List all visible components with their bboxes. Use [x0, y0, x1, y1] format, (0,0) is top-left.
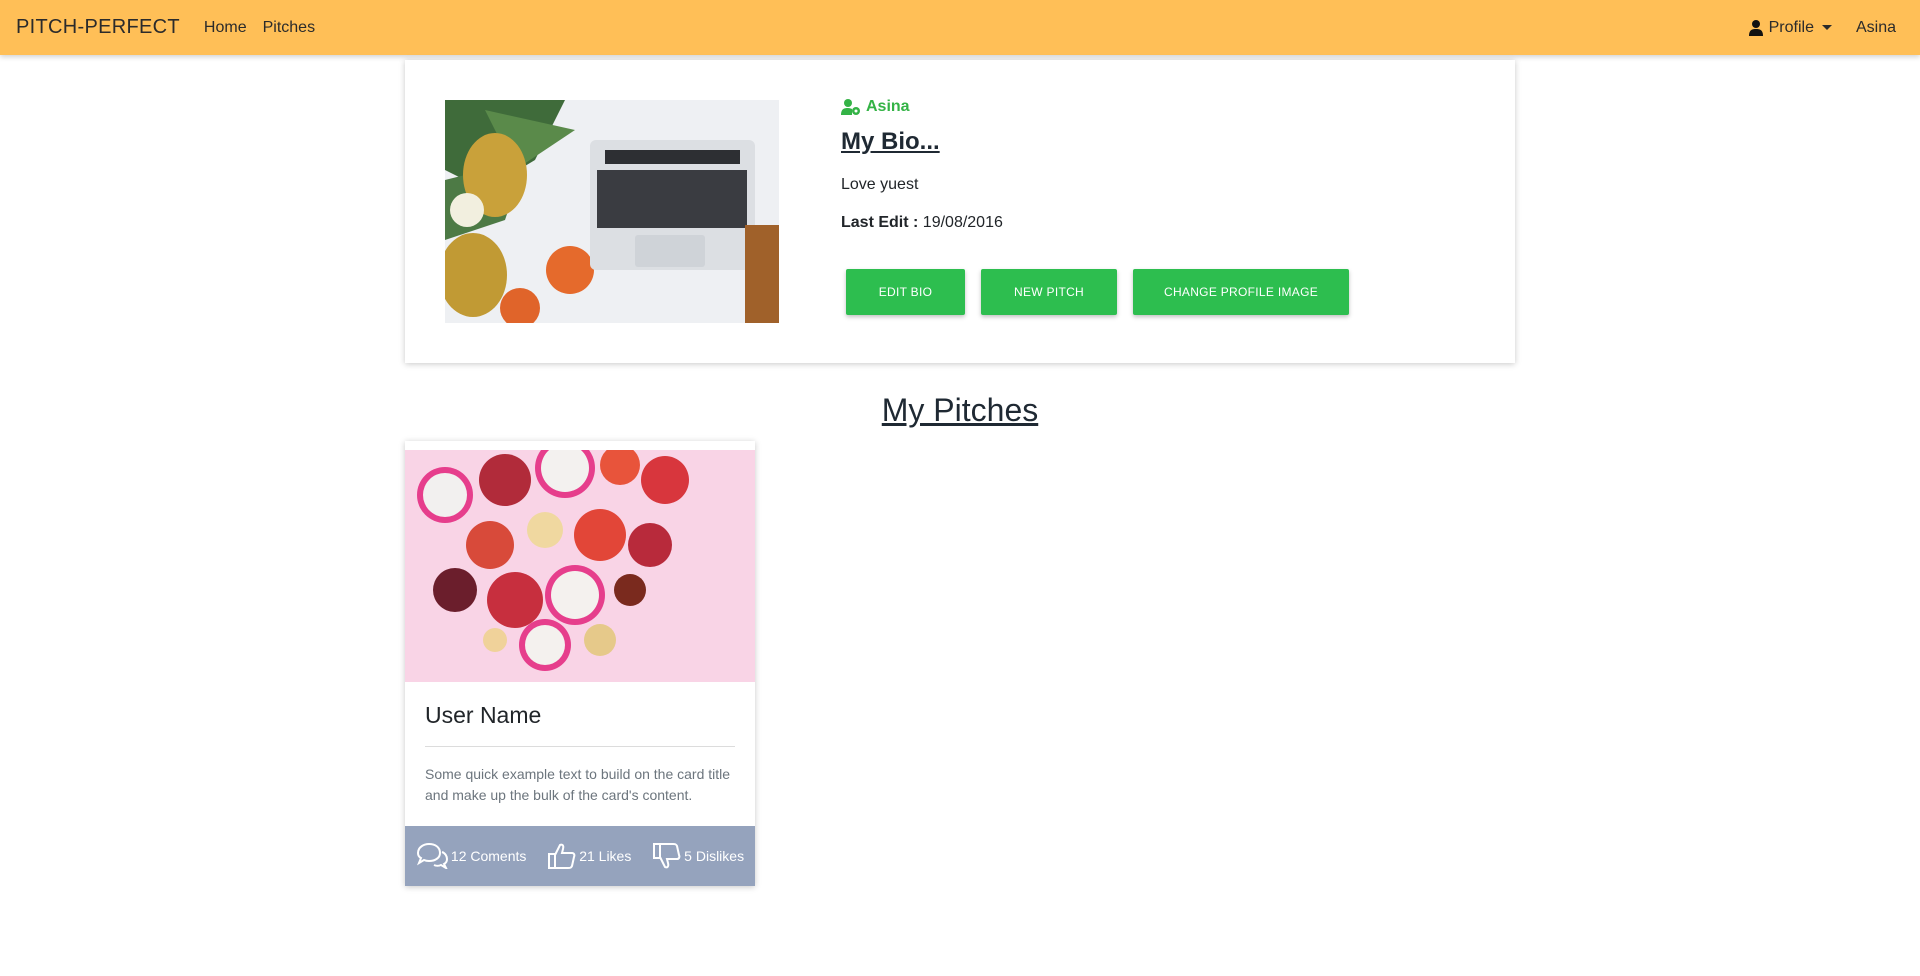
dislikes-stat[interactable]: 5 Dislikes: [653, 842, 744, 870]
dislikes-count: 5 Dislikes: [684, 848, 745, 864]
profile-actions: EDIT BIO NEW PITCH CHANGE PROFILE IMAGE: [846, 269, 1349, 315]
pitch-stats: 12 Coments 21 Likes 5 Dislikes: [405, 826, 755, 886]
profile-dropdown[interactable]: Profile: [1748, 18, 1832, 37]
likes-count: 21 Likes: [579, 848, 632, 864]
nav-link-pitches[interactable]: Pitches: [263, 19, 315, 37]
my-pitches-heading: My Pitches: [881, 392, 1039, 428]
nav-right: Profile Asina: [1748, 18, 1904, 37]
change-profile-image-button[interactable]: CHANGE PROFILE IMAGE: [1133, 269, 1349, 315]
last-edit-value: 19/08/2016: [922, 214, 1003, 231]
profile-card: Asina My Bio... Love yuest Last Edit : 1…: [405, 60, 1515, 363]
thumbs-up-icon: [548, 843, 576, 869]
nav-username[interactable]: Asina: [1856, 19, 1896, 37]
pitch-title: User Name: [425, 702, 542, 728]
new-pitch-button[interactable]: NEW PITCH: [981, 269, 1117, 315]
last-edit: Last Edit : 19/08/2016: [841, 214, 1003, 232]
profile-info: Asina My Bio... Love yuest Last Edit : 1…: [841, 98, 1003, 232]
comments-stat[interactable]: 12 Coments: [416, 843, 526, 869]
pitch-divider: [425, 746, 735, 747]
bio-text: Love yuest: [841, 176, 919, 193]
profile-image: [445, 100, 779, 323]
navbar: PITCH-PERFECT Home Pitches Profile Asina: [0, 0, 1920, 55]
pitch-body: User Name Some quick example text to bui…: [425, 702, 735, 806]
user-gear-icon: [841, 99, 860, 115]
pitch-text: Some quick example text to build on the …: [425, 766, 731, 803]
nav-link-home[interactable]: Home: [204, 19, 247, 37]
chevron-down-icon: [1821, 25, 1832, 30]
last-edit-label: Last Edit :: [841, 214, 919, 231]
brand-link[interactable]: PITCH-PERFECT: [16, 16, 180, 39]
profile-username: Asina: [866, 98, 910, 115]
pitch-image: [405, 450, 755, 682]
comments-icon: [416, 843, 448, 869]
comments-count: 12 Coments: [450, 848, 527, 864]
edit-bio-button[interactable]: EDIT BIO: [846, 269, 965, 315]
bio-title: My Bio...: [841, 128, 940, 155]
user-icon: [1748, 19, 1763, 36]
thumbs-down-icon: [653, 843, 681, 869]
profile-username-line: Asina: [841, 98, 1003, 116]
likes-stat[interactable]: 21 Likes: [548, 842, 631, 870]
pitch-card: User Name Some quick example text to bui…: [405, 441, 755, 886]
profile-dropdown-label: Profile: [1768, 18, 1814, 36]
